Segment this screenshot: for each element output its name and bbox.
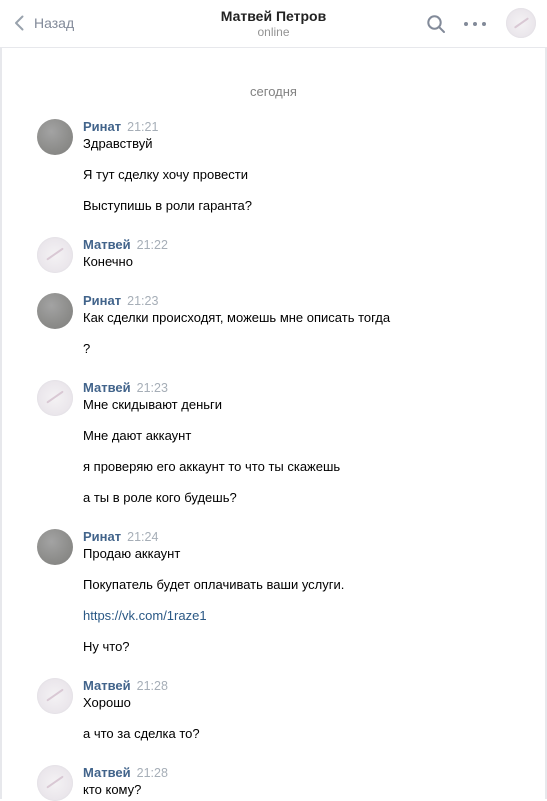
- message-time[interactable]: 21:24: [127, 530, 158, 544]
- message-meta: Матвей 21:22: [83, 237, 168, 253]
- search-button[interactable]: [426, 14, 446, 34]
- avatar[interactable]: [37, 293, 73, 329]
- message-meta: Матвей 21:23: [83, 380, 168, 396]
- message-time[interactable]: 21:28: [137, 766, 168, 780]
- avatar[interactable]: [37, 765, 73, 801]
- message-link: https://vk.com/1raze1: [83, 608, 207, 624]
- author-name[interactable]: Матвей: [83, 380, 131, 395]
- message-time[interactable]: 21:22: [137, 238, 168, 252]
- message-text: ?: [83, 341, 91, 356]
- message-meta: Матвей 21:28: [83, 678, 168, 694]
- avatar[interactable]: [37, 529, 73, 565]
- dot: [464, 22, 468, 26]
- author-name[interactable]: Ринат: [83, 529, 121, 544]
- author-name[interactable]: Ринат: [83, 119, 121, 134]
- message-time[interactable]: 21:23: [137, 381, 168, 395]
- message-time[interactable]: 21:23: [127, 294, 158, 308]
- message-text: Выступишь в роли гаранта?: [83, 198, 252, 213]
- author-name[interactable]: Ринат: [83, 293, 121, 308]
- profile-link[interactable]: https://vk.com/1raze1: [83, 608, 207, 623]
- message-text: Ну что?: [83, 639, 130, 654]
- avatar[interactable]: [37, 678, 73, 714]
- message-text: Мне дают аккаунт: [83, 428, 192, 443]
- message-text: Мне скидывают деньги: [83, 397, 223, 412]
- avatar[interactable]: [37, 237, 73, 273]
- author-name[interactable]: Матвей: [83, 678, 131, 693]
- message-text: я проверяю его аккаунт то что ты скажешь: [83, 459, 341, 474]
- message-meta: Ринат 21:23: [83, 293, 158, 309]
- message-text: Конечно: [83, 254, 133, 269]
- message-meta: Ринат 21:21: [83, 119, 158, 135]
- message-text: Продаю аккаунт: [83, 546, 181, 561]
- message-text: а ты в роле кого будешь?: [83, 490, 237, 505]
- message-meta: Матвей 21:28: [83, 765, 168, 781]
- avatar[interactable]: [37, 380, 73, 416]
- more-horizontal-icon[interactable]: [464, 14, 486, 34]
- message-time[interactable]: 21:28: [137, 679, 168, 693]
- message-text: Я тут сделку хочу провести: [83, 167, 248, 182]
- message-text: а что за сделка то?: [83, 726, 200, 741]
- dot: [473, 22, 477, 26]
- message-text: кто кому?: [83, 782, 142, 797]
- message-time[interactable]: 21:21: [127, 120, 158, 134]
- message-text: Хорошо: [83, 695, 131, 710]
- date-separator: сегодня: [250, 84, 297, 99]
- message-text: Как сделки происходят, можешь мне описат…: [83, 310, 391, 325]
- frame-border-left: [0, 0, 2, 799]
- header-avatar[interactable]: [506, 8, 536, 38]
- chat-header: Назад Матвей Петров online: [0, 0, 547, 48]
- author-name[interactable]: Матвей: [83, 237, 131, 252]
- message-meta: Ринат 21:24: [83, 529, 158, 545]
- search-icon: [427, 15, 445, 33]
- author-name[interactable]: Матвей: [83, 765, 131, 780]
- message-text: Покупатель будет оплачивать ваши услуги.: [83, 577, 345, 592]
- avatar[interactable]: [37, 119, 73, 155]
- dot: [482, 22, 486, 26]
- message-text: Здравствуй: [83, 136, 153, 151]
